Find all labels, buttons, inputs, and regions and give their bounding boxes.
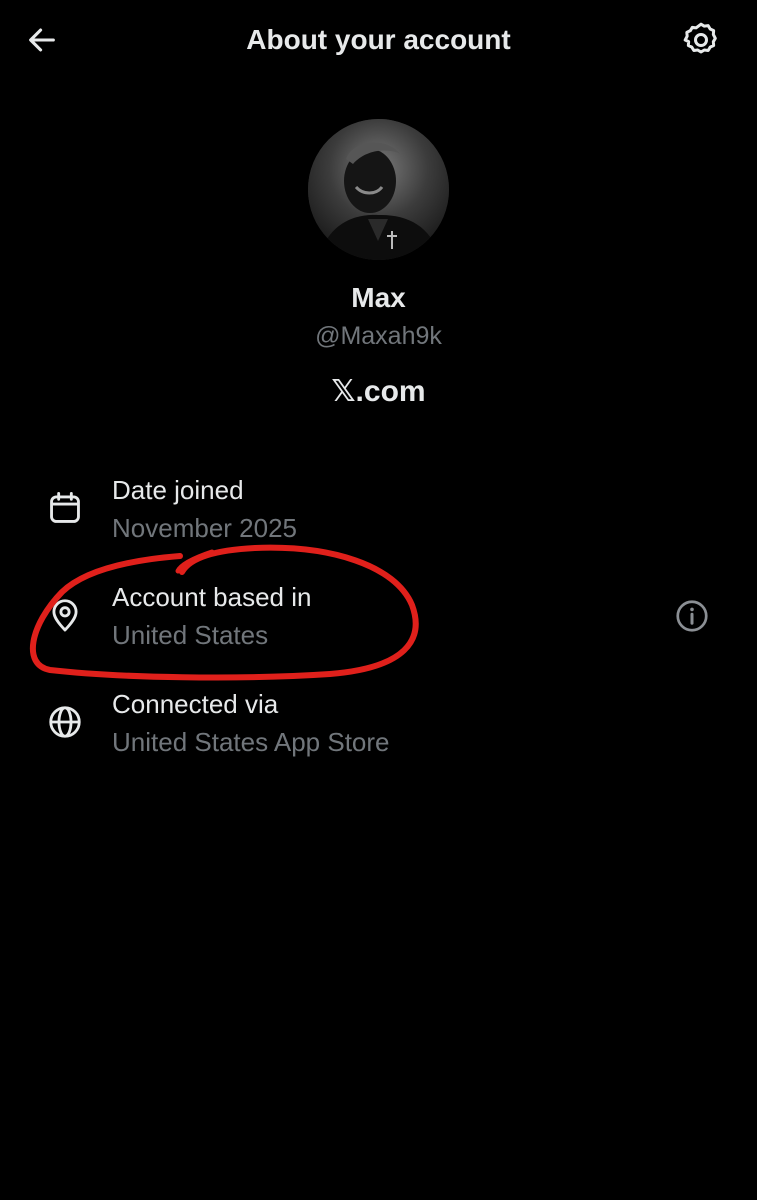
calendar-icon (45, 488, 85, 528)
avatar-photo (308, 119, 449, 260)
location-pin-icon (45, 595, 85, 635)
globe-icon (45, 702, 85, 742)
gear-icon (683, 22, 717, 54)
settings-button[interactable] (680, 19, 722, 61)
avatar[interactable] (308, 119, 449, 260)
page-title: About your account (246, 24, 511, 55)
date-joined-row: Date joined November 2025 (0, 470, 757, 562)
info-icon (676, 600, 708, 632)
top-bar: About your account (0, 0, 757, 80)
display-name: Max (351, 282, 406, 313)
connected-via-value: United States App Store (112, 727, 390, 757)
account-based-in-row: Account based in United States (0, 577, 757, 669)
connected-via-row: Connected via United States App Store (0, 684, 757, 776)
account-based-in-label: Account based in (112, 582, 312, 612)
date-joined-value: November 2025 (112, 513, 297, 543)
username-handle: @Maxah9k (315, 322, 442, 350)
connected-via-label: Connected via (112, 689, 279, 719)
account-based-in-value: United States (112, 620, 269, 650)
date-joined-label: Date joined (112, 475, 244, 505)
info-button[interactable] (673, 597, 711, 635)
site-label: 𝕏.com (331, 375, 426, 408)
